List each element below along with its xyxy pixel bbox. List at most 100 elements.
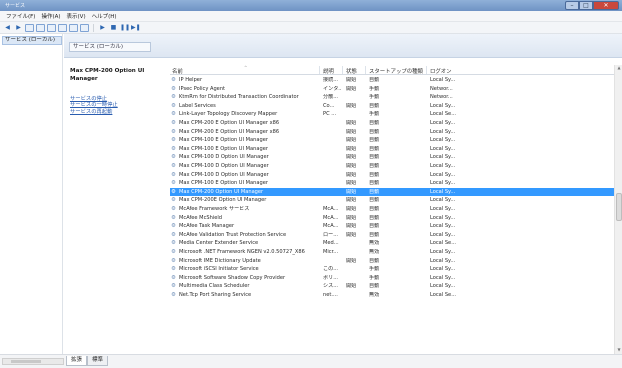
table-row[interactable]: ⚙ Multimedia Class Scheduler シス... 開始 自動 Loca… (170, 282, 614, 291)
column-divider[interactable] (365, 66, 366, 74)
horizontal-scrollbar[interactable] (2, 358, 64, 365)
table-row[interactable]: ⚙ IP Helper 接続... 開始 自動 Local Sy... (170, 76, 614, 85)
service-startup-cell: 自動 (369, 223, 380, 230)
table-row[interactable]: ⚙ McAfee Task Manager McA... 開始 自動 Local Sy..… (170, 222, 614, 231)
service-logon-cell: Local Sy... (430, 214, 456, 221)
table-row[interactable]: ⚙ Max CPM-100 E Option UI Manager 開始 自動 Loca… (170, 136, 614, 145)
scrollbar-thumb[interactable] (616, 193, 622, 221)
service-name-cell: McAfee McShield (179, 214, 223, 221)
service-name-cell: KtmRm for Distributed Transaction Coordi… (179, 94, 299, 101)
service-startup-cell: 無効 (369, 240, 380, 247)
column-divider[interactable] (342, 66, 343, 74)
tab-extended[interactable]: 拡張 (66, 356, 88, 366)
scroll-down-arrow-icon[interactable]: ▼ (615, 347, 622, 354)
table-row[interactable]: ⚙ Max CPM-100 D Option UI Manager 開始 自動 Loca… (170, 171, 614, 180)
service-status-cell: 開始 (346, 231, 357, 238)
table-row[interactable]: ⚙ Max CPM-200 E Option UI Manager x86 開始 自動… (170, 128, 614, 137)
table-row[interactable]: ⚙ Net.Tcp Port Sharing Service net.... 無効 Lo… (170, 291, 614, 300)
service-description-cell: McA... (323, 214, 339, 221)
service-startup-cell: 自動 (369, 257, 380, 264)
column-header-name[interactable]: 名前 (172, 67, 183, 75)
table-row-selected[interactable]: ⚙ Max CPM-200 Option UI Manager 開始 自動 Local … (170, 187, 614, 197)
service-name-cell: Multimedia Class Scheduler (179, 283, 250, 290)
start-service-icon[interactable]: ▶ (98, 24, 107, 32)
table-row[interactable]: ⚙ Microsoft IME Dictionary Update 開始 自動 Loca… (170, 257, 614, 266)
column-header-logon[interactable]: ログオン (430, 67, 452, 75)
maximize-button[interactable]: □ (579, 1, 593, 10)
close-button[interactable]: ✕ (593, 1, 619, 10)
refresh-icon[interactable] (47, 23, 56, 32)
service-startup-cell: 自動 (369, 197, 380, 204)
table-row[interactable]: ⚙ Link-Layer Topology Discovery Mapper PC … (170, 110, 614, 119)
service-startup-cell: 手動 (369, 94, 380, 101)
service-logon-cell: Local Sy... (430, 231, 456, 238)
table-row[interactable]: ⚙ Max CPM-100 E Option UI Manager 開始 自動 Loca… (170, 179, 614, 188)
window-controls: – □ ✕ (565, 1, 619, 10)
properties-icon[interactable] (80, 23, 89, 32)
show-hide-icon[interactable] (36, 23, 45, 32)
service-status-cell: 開始 (346, 102, 357, 109)
service-logon-cell: Local Sy... (430, 188, 456, 195)
table-row[interactable]: ⚙ Max CPM-100 D Option UI Manager 開始 自動 Loca… (170, 162, 614, 171)
back-arrow-icon[interactable]: ◀ (3, 24, 12, 32)
column-header-description[interactable]: 説明 (323, 67, 334, 75)
restart-service-link[interactable]: サービスの再起動 (70, 109, 164, 115)
table-row[interactable]: ⚙ McAfee Validation Trust Protection Serv… (170, 231, 614, 240)
minimize-button[interactable]: – (565, 1, 579, 10)
vertical-scrollbar[interactable]: ▲ ▼ (614, 65, 622, 354)
table-row[interactable]: ⚙ McAfee Framework サービス McA... 開始 自動 Local Sy… (170, 205, 614, 214)
menu-file[interactable]: ファイル(F) (3, 12, 38, 20)
forward-arrow-icon[interactable]: ▶ (14, 24, 23, 32)
service-status-cell: 開始 (346, 154, 357, 161)
service-startup-cell: 自動 (369, 231, 380, 238)
horizontal-scrollbar-thumb[interactable] (11, 360, 41, 363)
service-gear-icon: ⚙ (171, 283, 176, 290)
table-row[interactable]: ⚙ Media Center Extender Service Med... 無効 Lo… (170, 239, 614, 248)
service-startup-cell: 自動 (369, 145, 380, 152)
service-startup-cell: 無効 (369, 292, 380, 298)
scroll-up-arrow-icon[interactable]: ▲ (615, 65, 622, 72)
table-row[interactable]: ⚙ Label Services Co... 開始 自動 Local Sy... (170, 102, 614, 111)
table-row[interactable]: ⚙ Max CPM-200 E Option UI Manager x86 開始 自動… (170, 119, 614, 128)
help-icon[interactable] (69, 23, 78, 32)
service-gear-icon: ⚙ (171, 171, 176, 178)
service-name-cell: Max CPM-200E Option UI Manager (179, 197, 267, 204)
menu-action[interactable]: 操作(A) (38, 12, 63, 20)
tree-node-services-local[interactable]: サービス (ローカル) (2, 36, 62, 45)
service-name-cell: Max CPM-100 D Option UI Manager (179, 171, 269, 178)
table-row[interactable]: ⚙ KtmRm for Distributed Transaction Coord… (170, 93, 614, 102)
service-logon-cell: Local Sy... (430, 163, 456, 169)
service-gear-icon: ⚙ (171, 188, 176, 195)
column-divider[interactable] (319, 66, 320, 74)
restart-service-icon[interactable]: ▶❚ (131, 24, 141, 32)
service-logon-cell: Local Sy... (430, 283, 456, 290)
service-logon-cell: Local Sy... (430, 77, 456, 83)
tab-standard[interactable]: 標準 (87, 356, 109, 366)
column-header-status[interactable]: 状態 (346, 67, 357, 75)
menu-help[interactable]: ヘルプ(H) (89, 12, 120, 20)
service-gear-icon: ⚙ (171, 137, 176, 144)
service-gear-icon: ⚙ (171, 85, 176, 92)
table-row[interactable]: ⚙ Microsoft .NET Framework NGEN v2.0.5072… (170, 248, 614, 257)
table-row[interactable]: ⚙ Max CPM-200E Option UI Manager 開始 自動 Local… (170, 196, 614, 205)
column-header-startup-type[interactable]: スタートアップの種類 (369, 67, 423, 75)
table-row[interactable]: ⚙IPsec Policy Agent インタ... 開始 手動 Networ... (170, 85, 614, 94)
service-status-cell: 開始 (346, 188, 357, 195)
table-row[interactable]: ⚙ Max CPM-100 E Option UI Manager 開始 自動 Loca… (170, 145, 614, 154)
table-row[interactable]: ⚙ Max CPM-100 D Option UI Manager 開始 自動 Loca… (170, 153, 614, 162)
service-description-cell: McA... (323, 223, 339, 230)
export-list-icon[interactable] (58, 23, 67, 32)
menu-view[interactable]: 表示(V) (64, 12, 89, 20)
service-description-cell: ボリ... (323, 274, 339, 281)
table-header: 名前 ^ 説明 状態 スタートアップの種類 ログオン (170, 65, 614, 75)
stop-service-icon[interactable]: ■ (109, 24, 118, 32)
table-row[interactable]: ⚙ Microsoft iSCSI Initiator Service この... 手… (170, 265, 614, 274)
pause-service-icon[interactable]: ❚❚ (120, 24, 130, 32)
service-gear-icon: ⚙ (171, 240, 176, 247)
console-tree-icon[interactable] (25, 23, 34, 32)
service-gear-icon: ⚙ (171, 94, 176, 101)
column-divider[interactable] (426, 66, 427, 74)
table-row[interactable]: ⚙ McAfee McShield McA... 開始 自動 Local Sy... (170, 214, 614, 223)
service-gear-icon: ⚙ (171, 154, 176, 161)
table-row[interactable]: ⚙ Microsoft Software Shadow Copy Provider… (170, 274, 614, 283)
